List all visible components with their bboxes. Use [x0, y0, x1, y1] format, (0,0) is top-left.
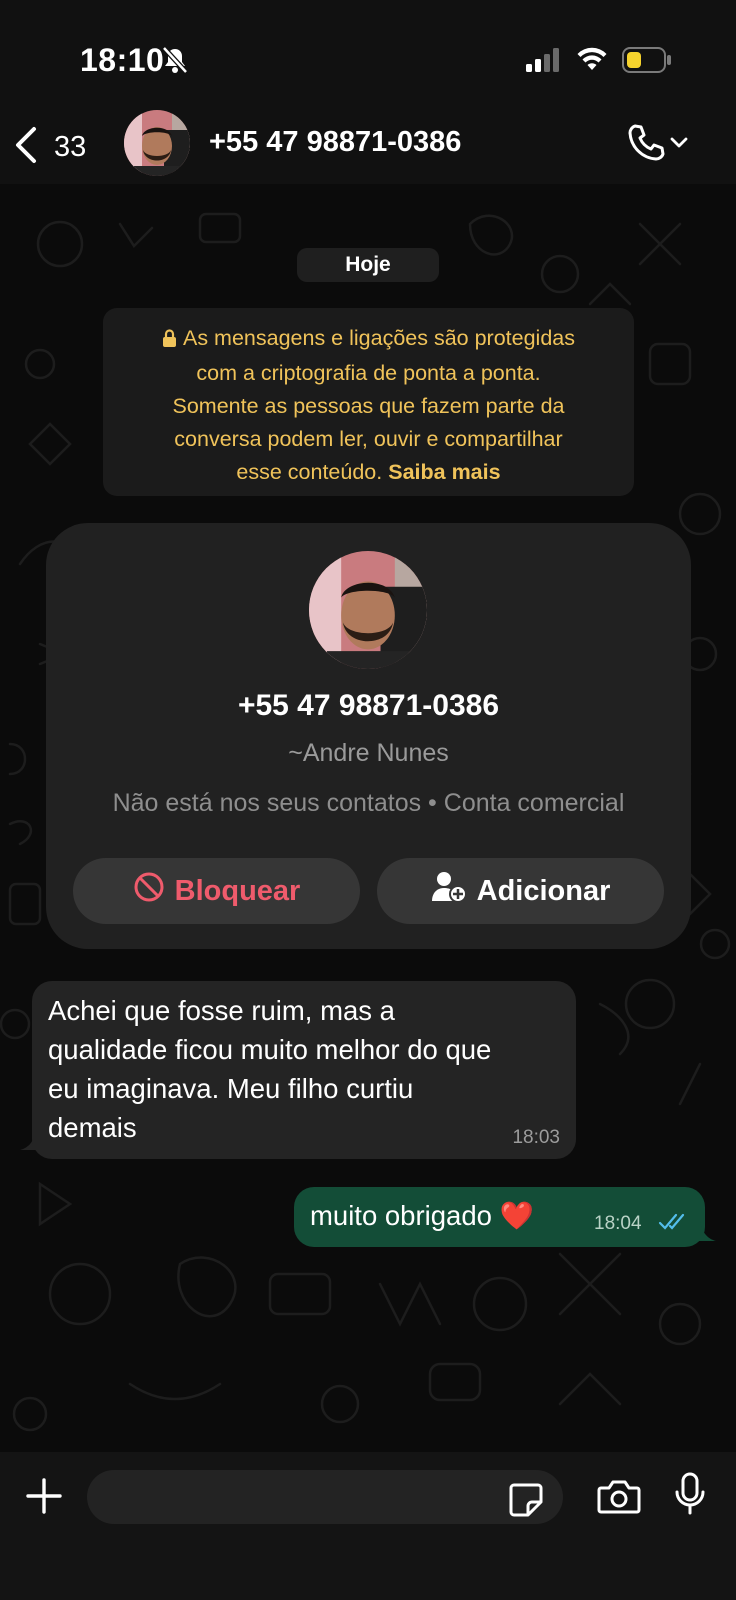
- chat-area: Hoje As mensagens e ligações são protegi…: [0, 184, 736, 1452]
- phone-icon: [626, 123, 666, 168]
- add-user-icon: [431, 871, 477, 911]
- message-incoming[interactable]: Achei que fosse ruim, mas a qualidade fi…: [32, 981, 576, 1159]
- message-line: demais: [48, 1112, 137, 1143]
- chat-title[interactable]: +55 47 98871-0386: [209, 126, 461, 159]
- block-label: Bloquear: [174, 874, 301, 907]
- block-icon: [133, 871, 175, 911]
- message-outgoing[interactable]: muito obrigado ❤️ 18:04: [294, 1187, 705, 1247]
- encryption-line-5: esse conteúdo. Saiba mais: [123, 456, 614, 489]
- contact-info: Não está nos seus contatos • Conta comer…: [112, 789, 625, 817]
- message-time: 18:03: [512, 1127, 560, 1148]
- double-check-icon: [658, 1213, 688, 1236]
- avatar[interactable]: [124, 110, 190, 176]
- bubble-tail: [696, 1221, 716, 1241]
- message-text: muito obrigado ❤️: [310, 1200, 534, 1231]
- learn-more-link[interactable]: Saiba mais: [388, 460, 500, 484]
- encryption-line-1: As mensagens e ligações são protegidas: [123, 322, 614, 357]
- chevron-left-icon: [14, 126, 38, 169]
- chat-header: 33 +55 47 98871-0386: [0, 108, 736, 184]
- mic-icon[interactable]: [674, 1472, 706, 1521]
- status-time: 18:10: [80, 42, 165, 78]
- encryption-line-4: conversa podem ler, ouvir e compartilhar: [174, 427, 563, 451]
- encryption-line-5-text: esse conteúdo.: [236, 460, 383, 484]
- message-input[interactable]: [87, 1470, 563, 1524]
- add-label: Adicionar: [476, 874, 611, 907]
- camera-icon[interactable]: [597, 1479, 641, 1520]
- contact-alias: ~Andre Nunes: [288, 739, 449, 767]
- unread-count: 33: [54, 130, 87, 163]
- status-bar: 18:10: [0, 0, 736, 108]
- encryption-notice[interactable]: As mensagens e ligações são protegidas c…: [103, 308, 634, 496]
- contact-phone: +55 47 98871-0386: [237, 689, 500, 722]
- call-button[interactable]: [626, 122, 696, 168]
- message-text: Achei que fosse ruim, mas a qualidade fi…: [48, 991, 560, 1147]
- add-contact-button[interactable]: Adicionar: [377, 858, 664, 924]
- back-button[interactable]: 33: [14, 124, 104, 170]
- encryption-line-2: com a criptografia de ponta a ponta.: [196, 361, 541, 385]
- plus-icon[interactable]: [24, 1476, 64, 1521]
- contact-avatar[interactable]: [309, 551, 427, 669]
- composer-bar: [0, 1452, 736, 1600]
- chevron-down-icon: [670, 136, 688, 154]
- date-chip: Hoje: [297, 248, 439, 282]
- battery-icon: [622, 47, 672, 78]
- message-line: qualidade ficou muito melhor do que: [48, 1034, 492, 1065]
- sticker-icon[interactable]: [508, 1482, 544, 1523]
- message-time: 18:04: [594, 1213, 642, 1234]
- contact-card: +55 47 98871-0386 ~Andre Nunes Não está …: [46, 523, 691, 949]
- lock-icon: [162, 324, 177, 357]
- block-button[interactable]: Bloquear: [73, 858, 360, 924]
- encryption-text: As mensagens e ligações são protegidas: [182, 326, 576, 350]
- signal-icon: [526, 48, 562, 77]
- wifi-icon: [576, 45, 608, 76]
- bell-off-icon: [162, 46, 188, 79]
- encryption-line-3: Somente as pessoas que fazem parte da: [172, 394, 565, 418]
- message-line: Achei que fosse ruim, mas a: [48, 995, 395, 1026]
- message-line: eu imaginava. Meu filho curtiu: [48, 1073, 414, 1104]
